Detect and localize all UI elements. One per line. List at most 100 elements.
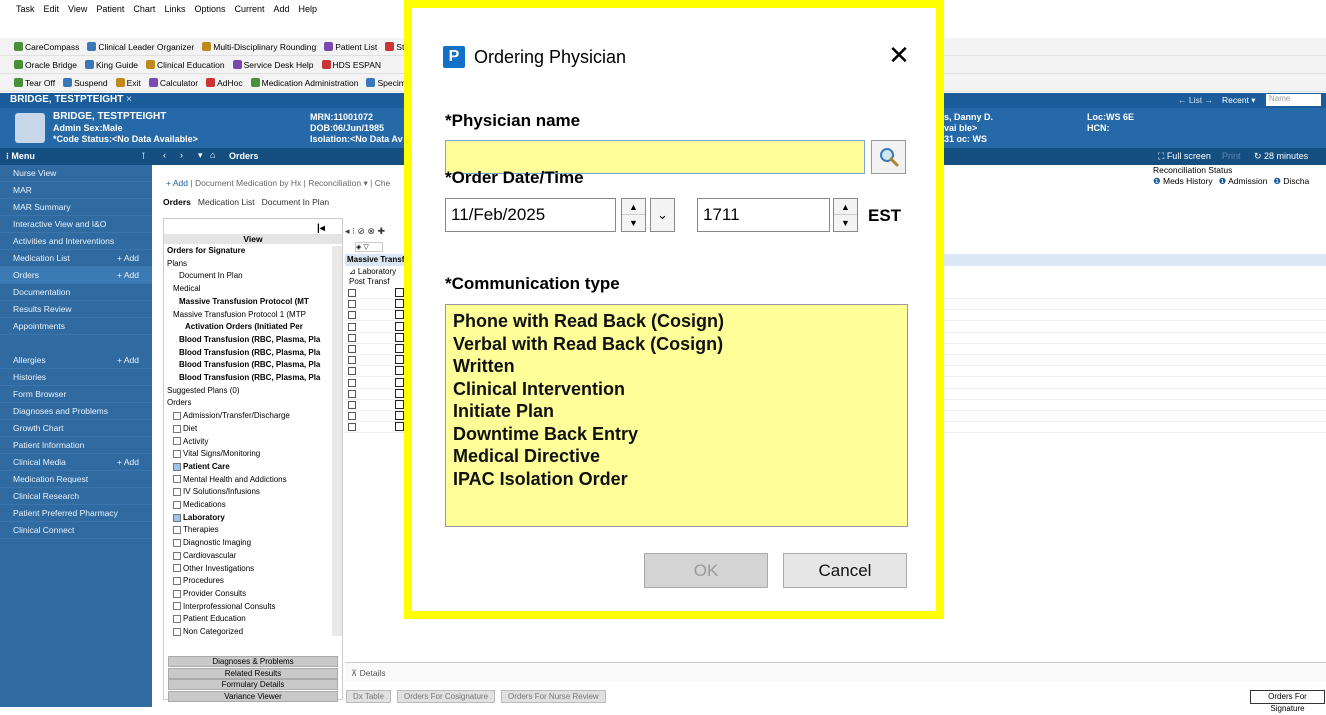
tree-item[interactable]: IV Solutions/Infusions [173, 487, 260, 497]
tree-bottom-2[interactable]: Formulary Details [168, 679, 338, 690]
menu-view[interactable]: View [68, 4, 87, 14]
sidebar-item-2[interactable]: MAR Summary [0, 199, 152, 216]
menu-links[interactable]: Links [164, 4, 185, 14]
grid-row-checkbox[interactable] [348, 333, 356, 342]
communication-option[interactable]: Clinical Intervention [446, 378, 907, 401]
grid-row-checkbox[interactable] [348, 300, 356, 309]
check-button[interactable]: Che [375, 178, 391, 188]
tree-item[interactable]: Activity [173, 437, 208, 447]
tree-checkbox[interactable] [173, 538, 181, 547]
bottom-tab-0[interactable]: Dx Table [346, 690, 391, 703]
print-button[interactable]: Print [1222, 151, 1241, 161]
tree-item[interactable]: Laboratory [173, 513, 225, 523]
grid-toolbar-icons[interactable]: ◂ ⁝ ⊘ ⊗ ✚ [345, 226, 385, 237]
dropdown-icon[interactable]: ▾ [198, 150, 203, 161]
tree-item[interactable]: Orders for Signature [167, 246, 245, 256]
home-icon[interactable]: ⌂ [210, 150, 215, 160]
tree-checkbox[interactable] [173, 488, 181, 497]
sidebar-item-21[interactable]: Clinical Connect [0, 522, 152, 539]
sidebar-item-11[interactable]: Allergies + Add [0, 352, 152, 369]
tree-item[interactable]: Procedures [173, 576, 224, 586]
tree-checkbox[interactable] [173, 589, 181, 598]
time-spin-down-icon[interactable]: ▼ [834, 215, 857, 231]
menu-edit[interactable]: Edit [44, 4, 60, 14]
grid-row-checkbox[interactable] [348, 378, 356, 387]
tree-checkbox[interactable] [173, 551, 181, 560]
tab-medication-list[interactable]: Medication List [198, 197, 255, 207]
tree-bottom-1[interactable]: Related Results [168, 667, 338, 679]
toolbar3-item-0[interactable]: Tear Off [14, 78, 55, 88]
toolbar1-item-0[interactable]: CareCompass [14, 42, 79, 52]
grid-row-checkbox[interactable] [348, 345, 356, 353]
sidebar-add-button[interactable]: + Add [117, 267, 139, 283]
tree-checkbox[interactable] [173, 437, 181, 446]
menu-add[interactable]: Add [274, 4, 290, 14]
close-icon[interactable]: × [126, 94, 132, 105]
communication-option[interactable]: Initiate Plan [446, 400, 907, 423]
toolbar3-item-4[interactable]: AdHoc [206, 78, 243, 88]
toolbar3-item-5[interactable]: Medication Administration [250, 78, 358, 88]
communication-option[interactable]: Downtime Back Entry [446, 423, 907, 446]
tree-item[interactable]: Document In Plan [179, 271, 243, 281]
grid-filter-icon[interactable]: ◈ ▽ [355, 242, 383, 252]
sidebar-add-button[interactable]: + Add [117, 250, 139, 266]
tree-item[interactable]: Diagnostic Imaging [173, 538, 251, 548]
tree-checkbox[interactable] [173, 526, 181, 535]
sidebar-item-15[interactable]: Growth Chart [0, 420, 152, 437]
reconciliation-button[interactable]: Reconciliation ▾ [308, 178, 368, 188]
tree-item[interactable]: Other Investigations [173, 564, 254, 574]
patient-tab[interactable]: BRIDGE, TESTPTEIGHT × [10, 94, 132, 105]
tree-item[interactable]: Suggested Plans (0) [167, 386, 240, 396]
sidebar-item-3[interactable]: Interactive View and I&O [0, 216, 152, 233]
tree-checkbox[interactable] [173, 513, 181, 522]
tab-orders[interactable]: Orders [163, 197, 191, 207]
tree-item[interactable]: Blood Transfusion (RBC, Plasma, Pla [179, 360, 320, 370]
tree-item[interactable]: Blood Transfusion (RBC, Plasma, Pla [179, 348, 320, 358]
spin-down-icon[interactable]: ▼ [622, 215, 645, 231]
tree-checkbox[interactable] [173, 500, 181, 509]
toolbar1-item-2[interactable]: Multi-Disciplinary Rounding [202, 42, 316, 52]
sidebar-item-16[interactable]: Patient Information [0, 437, 152, 454]
patient-list-nav[interactable]: ← List → [1178, 95, 1213, 105]
menu-chart[interactable]: Chart [133, 4, 155, 14]
sidebar-item-4[interactable]: Activities and Interventions [0, 233, 152, 250]
refresh-button[interactable]: ↻ 28 minutes [1254, 151, 1308, 162]
tree-item[interactable]: Patient Education [173, 614, 246, 624]
tree-bottom-3[interactable]: Variance Viewer [168, 690, 338, 702]
tree-checkbox[interactable] [173, 564, 181, 573]
tree-checkbox[interactable] [173, 462, 181, 471]
time-spin-up-icon[interactable]: ▲ [834, 199, 857, 215]
grid-row-checkbox[interactable] [348, 311, 356, 320]
sidebar-item-20[interactable]: Patient Preferred Pharmacy [0, 505, 152, 522]
tree-item[interactable]: Orders [167, 398, 191, 408]
patient-search-input[interactable]: Name [1266, 94, 1321, 106]
pin-icon[interactable]: ⊺ [141, 151, 146, 162]
tree-item[interactable]: Provider Consults [173, 589, 246, 599]
sidebar-item-1[interactable]: MAR [0, 182, 152, 199]
bottom-tab-1[interactable]: Orders For Cosignature [396, 690, 496, 703]
tree-item[interactable]: Vital Signs/Monitoring [173, 449, 260, 459]
sidebar-item-8[interactable]: Results Review [0, 301, 152, 318]
tree-item[interactable]: Interprofessional Consults [173, 602, 276, 612]
tab-document-in-plan[interactable]: Document In Plan [262, 197, 330, 207]
forward-icon[interactable]: › [180, 150, 183, 160]
reconciliation-item[interactable]: ❶ Discha [1273, 176, 1309, 187]
sidebar-item-17[interactable]: Clinical Media + Add [0, 454, 152, 471]
grid-row-checkbox[interactable] [348, 423, 356, 432]
toolbar3-item-3[interactable]: Calculator [148, 78, 198, 88]
sidebar-item-19[interactable]: Clinical Research [0, 488, 152, 505]
physician-search-button[interactable] [871, 140, 906, 174]
tree-scrollbar[interactable] [332, 246, 342, 636]
menu-help[interactable]: Help [299, 4, 318, 14]
sidebar-item-12[interactable]: Histories [0, 369, 152, 386]
reconciliation-item[interactable]: ❶ Admission [1219, 176, 1268, 187]
recent-button[interactable]: Recent ▾ [1222, 95, 1256, 106]
tree-checkbox[interactable] [173, 450, 181, 459]
toolbar2-item-4[interactable]: HDS ESPAN [321, 60, 381, 70]
tree-checkbox[interactable] [173, 424, 181, 433]
communication-option[interactable]: Verbal with Read Back (Cosign) [446, 333, 907, 356]
grid-row-checkbox[interactable] [348, 367, 356, 376]
order-date-field[interactable]: 11/Feb/2025 [445, 198, 616, 232]
tree-checkbox[interactable] [173, 602, 181, 611]
tree-item[interactable]: Massive Transfusion Protocol (MT [179, 297, 309, 307]
